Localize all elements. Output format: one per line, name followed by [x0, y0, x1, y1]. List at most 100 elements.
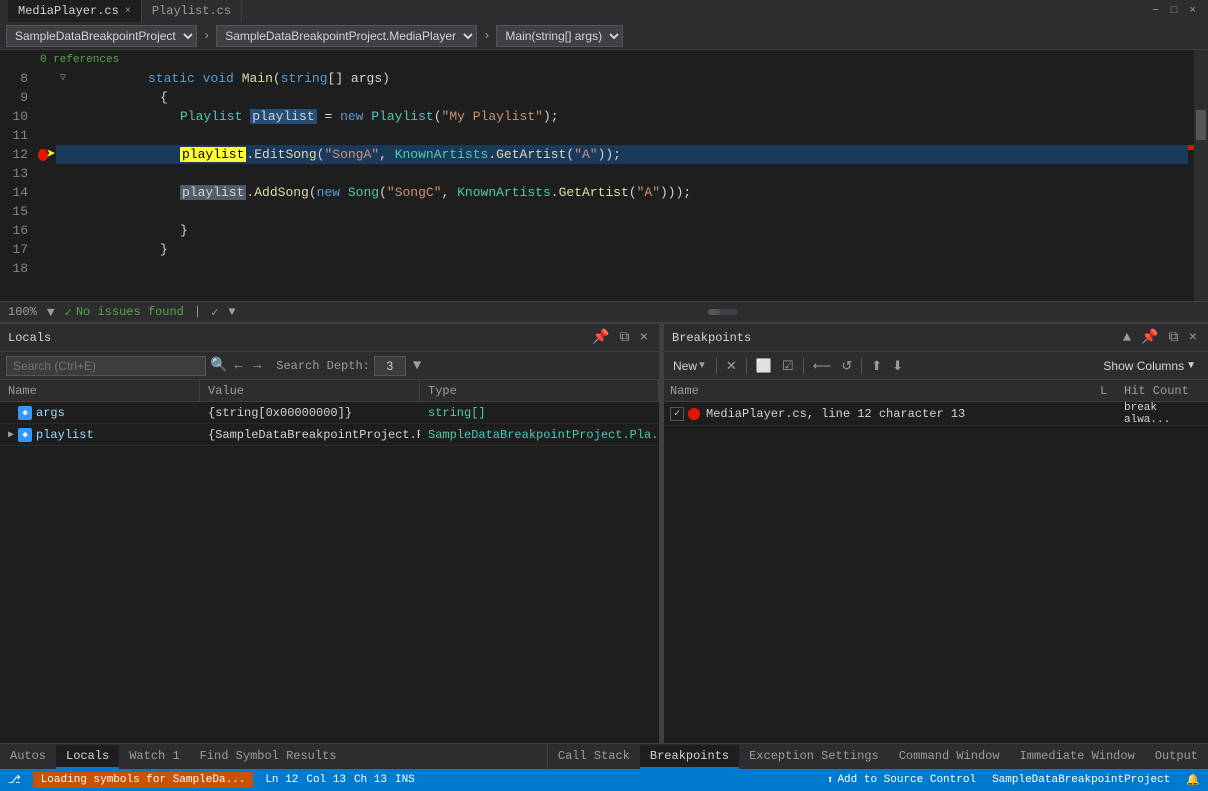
zoom-level[interactable]: 100%: [8, 305, 37, 319]
tab-output[interactable]: Output: [1145, 745, 1208, 769]
locals-search-bar: 🔍 ← → Search Depth: ▼: [0, 352, 659, 380]
show-columns-btn[interactable]: Show Columns ▼: [1097, 357, 1202, 375]
code-editor[interactable]: 0 references 8 9 10 11 12 13 14 15 16 17…: [0, 50, 1208, 301]
toolbar-separator2: ›: [481, 27, 492, 45]
bp-refresh-btn[interactable]: ↺: [838, 357, 855, 375]
status-separator: |: [194, 305, 201, 319]
locals-pin-btn[interactable]: 📌: [589, 328, 612, 347]
locals-close-btn[interactable]: ×: [637, 329, 651, 347]
depth-input[interactable]: [374, 356, 406, 376]
bp-table-body[interactable]: ✓ MediaPlayer.cs, line 12 character 13 b…: [664, 402, 1208, 743]
maximize-button[interactable]: □: [1167, 5, 1182, 17]
expand-arrow-playlist[interactable]: ▶: [8, 429, 14, 441]
table-row[interactable]: ▶ ◆ playlist {SampleDataBreakpointProjec…: [0, 424, 659, 446]
status-ln: Ln 12: [265, 774, 298, 786]
locals-float-btn[interactable]: ⧉: [617, 329, 633, 347]
minimize-button[interactable]: −: [1148, 5, 1163, 17]
locals-col-name: Name: [0, 380, 200, 402]
project-selector[interactable]: SampleDataBreakpointProject: [6, 25, 197, 47]
locals-panel: Locals 📌 ⧉ × 🔍 ← → Search Depth: ▼: [0, 324, 660, 743]
locals-row-args-value: {string[0x00000000]}: [200, 402, 420, 424]
args-icon: ◆: [18, 406, 32, 420]
status-right: ⬆ Add to Source Control SampleDataBreakp…: [827, 773, 1200, 787]
bp-new-btn[interactable]: New ▼: [670, 358, 710, 374]
editor-vertical-scrollbar[interactable]: [1194, 50, 1208, 301]
code-line-13: [56, 164, 1208, 183]
status-col: Col 13: [306, 774, 346, 786]
tab-exception-settings[interactable]: Exception Settings: [739, 745, 889, 769]
project-name: SampleDataBreakpointProject: [992, 774, 1170, 786]
breakpoints-panel-title: Breakpoints: [672, 331, 751, 345]
breakpoint-row[interactable]: ✓ MediaPlayer.cs, line 12 character 13 b…: [664, 402, 1208, 426]
dropdown-btn[interactable]: ▼: [228, 305, 235, 319]
code-line-18: [56, 259, 1208, 278]
line-numbers: 8 9 10 11 12 13 14 15 16 17 18: [0, 50, 36, 301]
file-selector[interactable]: SampleDataBreakpointProject.MediaPlayer: [216, 25, 477, 47]
zoom-dropdown-icon[interactable]: ▼: [47, 305, 55, 320]
search-icon[interactable]: 🔍: [210, 357, 227, 374]
tab-playlistcs[interactable]: Playlist.cs: [142, 0, 242, 22]
title-bar-controls: − □ ×: [1148, 5, 1200, 17]
status-mode: INS: [395, 774, 415, 786]
title-bar: MediaPlayer.cs × Playlist.cs − □ ×: [0, 0, 1208, 22]
editor-area: 0 references 8 9 10 11 12 13 14 15 16 17…: [0, 50, 1208, 769]
tab-immediate-window[interactable]: Immediate Window: [1010, 745, 1145, 769]
code-line-9: {: [56, 88, 1208, 107]
right-tab-bar: Call Stack Breakpoints Exception Setting…: [548, 744, 1208, 769]
bp-search-btn[interactable]: ⬆: [868, 357, 885, 375]
add-to-source-control[interactable]: ⬆ Add to Source Control: [827, 773, 976, 787]
code-content[interactable]: ▽ static void Main(string[] args) { Play…: [56, 50, 1208, 301]
tab-find-symbol[interactable]: Find Symbol Results: [190, 745, 347, 769]
depth-dropdown[interactable]: ▼: [410, 357, 424, 375]
tab-breakpoints[interactable]: Breakpoints: [640, 745, 739, 769]
bp-delete-btn[interactable]: ✕: [723, 357, 740, 375]
status-notification-icon[interactable]: 🔔: [1186, 773, 1200, 787]
breakpoint-gutter: ➤: [36, 69, 56, 301]
close-button[interactable]: ×: [1185, 5, 1200, 17]
method-selector[interactable]: Main(string[] args): [496, 25, 623, 47]
check-btn[interactable]: ✓: [211, 305, 218, 320]
collapse-btn-8[interactable]: ▽: [60, 69, 66, 88]
horizontal-scroll[interactable]: [246, 309, 1200, 315]
bp-new-dropdown[interactable]: ▼: [697, 360, 707, 371]
hscroll-thumb[interactable]: [708, 309, 720, 315]
left-tab-bar: Autos Locals Watch 1 Find Symbol Results: [0, 744, 548, 769]
bp-disable-all-btn[interactable]: ⬜: [753, 357, 775, 375]
code-line-16: }: [56, 221, 1208, 240]
bp-expand-btn[interactable]: ▲: [1120, 329, 1134, 347]
scrollbar-thumb[interactable]: [1196, 110, 1206, 140]
check-icon: ✓: [65, 305, 72, 320]
code-line-12: playlist.EditSong("SongA", KnownArtists.…: [56, 145, 1208, 164]
breakpoints-toolbar: New ▼ ✕ ⬜ ☑ ⟵ ↺ ⬆ ⬇ Show Columns ▼: [664, 352, 1208, 380]
locals-row-playlist-type: SampleDataBreakpointProject.Pla...: [420, 424, 659, 446]
locals-col-value: Value: [200, 380, 420, 402]
bp-pin-btn[interactable]: 📌: [1138, 328, 1161, 347]
code-line-17: }: [56, 240, 1208, 259]
bp-close-btn[interactable]: ×: [1186, 329, 1200, 347]
breakpoints-panel-controls: ▲ 📌 ⧉ ×: [1120, 328, 1200, 347]
nav-prev-btn[interactable]: ←: [231, 357, 245, 375]
bp-toolbar-separator4: [861, 358, 862, 374]
bp-enable-all-btn[interactable]: ☑: [779, 357, 797, 375]
locals-table-body[interactable]: ▶ ◆ args {string[0x00000000]} string[] ▶: [0, 402, 659, 743]
tab-watch1[interactable]: Watch 1: [119, 745, 189, 769]
bp-condition-btn[interactable]: ⬇: [889, 357, 906, 375]
bp-float-btn[interactable]: ⧉: [1166, 329, 1182, 347]
locals-search-input[interactable]: [6, 356, 206, 376]
editor-toolbar: SampleDataBreakpointProject › SampleData…: [0, 22, 1208, 50]
tab-mediaplayercs-close[interactable]: ×: [125, 6, 131, 17]
tab-command-window[interactable]: Command Window: [889, 745, 1010, 769]
show-columns-label: Show Columns: [1103, 359, 1184, 373]
bp-col-hitcount: Hit Count: [1118, 380, 1208, 402]
nav-next-btn[interactable]: →: [250, 357, 264, 375]
tab-mediaplayercs[interactable]: MediaPlayer.cs ×: [8, 0, 142, 22]
tab-locals[interactable]: Locals: [56, 745, 119, 769]
tab-autos[interactable]: Autos: [0, 745, 56, 769]
locals-row-playlist-value: {SampleDataBreakpointProject.Playlist}: [200, 424, 420, 446]
tab-call-stack[interactable]: Call Stack: [548, 745, 640, 769]
minimap-breakpoint: [1188, 145, 1194, 150]
table-row[interactable]: ▶ ◆ args {string[0x00000000]} string[]: [0, 402, 659, 424]
depth-label: Search Depth:: [276, 359, 370, 373]
bp-go-to-source-btn[interactable]: ⟵: [810, 357, 835, 375]
bp-checkbox[interactable]: ✓: [670, 407, 684, 421]
